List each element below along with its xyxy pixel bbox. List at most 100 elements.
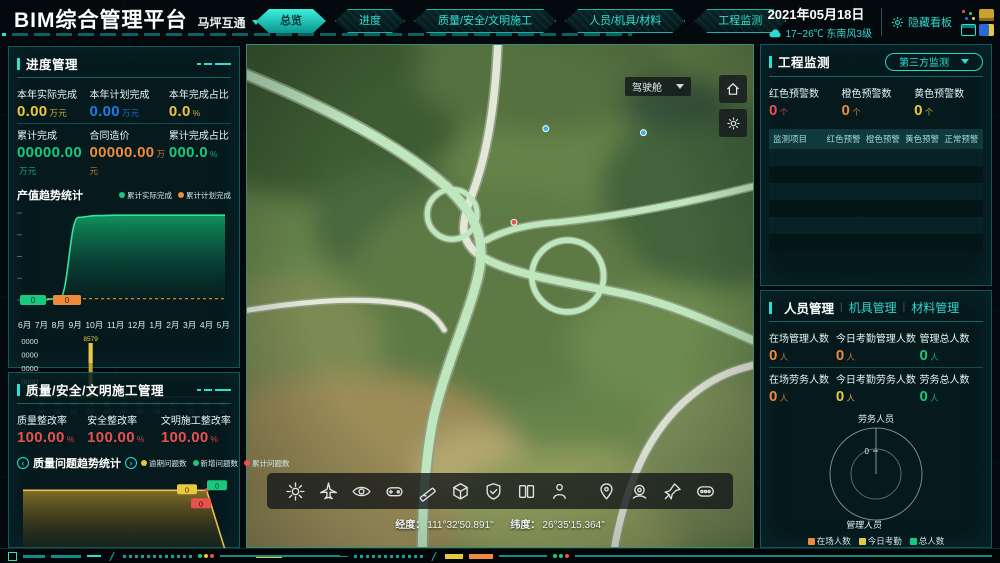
controller-icon[interactable] bbox=[380, 477, 408, 505]
title-dot bbox=[2, 33, 6, 36]
radar-legend: 在场人数今日考勤总人数 bbox=[769, 535, 983, 547]
header-dashes bbox=[197, 389, 231, 391]
cockpit-dropdown[interactable]: 驾驶舱 bbox=[625, 77, 691, 96]
map-toolbar bbox=[267, 473, 733, 509]
chevron-down-icon bbox=[676, 84, 684, 89]
gear-icon bbox=[891, 16, 904, 29]
map-settings-button[interactable] bbox=[719, 109, 747, 137]
quality-panel: 质量/安全/文明施工管理 质量整改率100.00%安全整改率100.00%文明施… bbox=[8, 372, 240, 548]
tab-progress[interactable]: 进度 bbox=[335, 9, 405, 33]
tab-overview[interactable]: 总览 bbox=[256, 9, 326, 33]
section-accent-bar bbox=[17, 58, 20, 70]
legend-item: 累计计划完成 bbox=[178, 190, 231, 201]
home-button[interactable] bbox=[719, 75, 747, 103]
model-icon[interactable] bbox=[446, 477, 474, 505]
lat-value: 26°35'15.364" bbox=[542, 520, 604, 531]
monitor-title: 工程监测 bbox=[778, 52, 830, 71]
more-icon[interactable] bbox=[691, 477, 719, 505]
tab-material-mgmt[interactable]: 材料管理 bbox=[911, 299, 959, 316]
svg-text:管理人员: 管理人员 bbox=[846, 519, 883, 530]
layers-tool-icon[interactable] bbox=[979, 9, 994, 21]
table-row bbox=[769, 217, 983, 234]
personnel-radar-chart: 劳务人员0管理人员 bbox=[769, 412, 983, 535]
quality-trend-header: ‹ 质量问题趋势统计 › 逾期问题数新增问题数累计问题数 bbox=[17, 455, 231, 471]
pages-icon[interactable] bbox=[512, 477, 540, 505]
lon-label: 经度： bbox=[395, 520, 425, 531]
shield-icon[interactable] bbox=[479, 477, 507, 505]
tab-quality[interactable]: 质量/安全/文明施工 bbox=[414, 9, 556, 33]
nav-tabs: 总览进度质量/安全/文明施工人员/机具/材料工程监测 bbox=[256, 9, 786, 33]
axis-month: 4月 bbox=[200, 319, 213, 331]
flag-tool-icon[interactable] bbox=[979, 24, 994, 36]
legend-item: 在场人数 bbox=[808, 535, 851, 547]
header-right: 2021年05月18日 17~26℃ 东南风3级 隐藏看板 bbox=[768, 4, 994, 40]
hide-board-button[interactable]: 隐藏看板 bbox=[891, 14, 952, 30]
axis-month: 7月 bbox=[35, 319, 48, 331]
prev-arrow-button[interactable]: ‹ bbox=[17, 457, 29, 469]
table-col-4: 正常预警 bbox=[942, 133, 981, 145]
header: BIM综合管理平台 马坪互通 总览进度质量/安全/文明施工人员/机具/材料工程监… bbox=[0, 0, 1000, 44]
title-dashes bbox=[12, 33, 632, 36]
monitor-source-dropdown[interactable]: 第三方监测 bbox=[885, 53, 983, 71]
svg-text:0000: 0000 bbox=[21, 337, 38, 346]
current-date: 2021年05月18日 bbox=[768, 4, 872, 23]
svg-text:0000: 0000 bbox=[21, 351, 38, 360]
axis-month: 6月 bbox=[18, 319, 31, 331]
lat-label: 纬度： bbox=[510, 520, 540, 531]
measure-icon[interactable] bbox=[413, 477, 441, 505]
personnel-stats: 在场管理人数0人今日考勤管理人数0人管理总人数0人在场劳务人数0人今日考勤劳务人… bbox=[769, 322, 983, 410]
monitor-table-body bbox=[769, 149, 983, 251]
marker-icon[interactable] bbox=[592, 477, 620, 505]
gear-icon bbox=[726, 116, 741, 131]
tab-equipment-mgmt[interactable]: 机具管理 bbox=[849, 299, 897, 316]
output-trend-header: 产值趋势统计 累计实际完成累计计划完成 bbox=[17, 187, 231, 203]
legend-item: 今日考勤 bbox=[859, 535, 902, 547]
svg-text:8579: 8579 bbox=[83, 336, 98, 343]
hide-board-label: 隐藏看板 bbox=[908, 14, 952, 30]
axis-month: 2月 bbox=[166, 319, 179, 331]
section-accent-bar bbox=[769, 56, 772, 68]
monitor-source-value: 第三方监测 bbox=[899, 54, 949, 69]
stat-total-ratio: 累计完成占比000.0% bbox=[169, 124, 231, 181]
stat-quality-rate: 质量整改率100.00% bbox=[17, 409, 87, 449]
table-col-2: 橙色预警 bbox=[863, 133, 902, 145]
quality-panel-header: 质量/安全/文明施工管理 bbox=[17, 380, 231, 404]
section-accent-bar bbox=[17, 384, 20, 396]
axis-month: 12月 bbox=[128, 319, 146, 331]
stat-yellow-alerts: 黄色预警数0个 bbox=[914, 82, 983, 122]
output-months: 6月7月8月9月10月11月12月1月2月3月4月5月 bbox=[17, 319, 231, 331]
stat-contract-price: 合同造价00000.00万元 bbox=[89, 124, 168, 181]
tab-personnel-mgmt[interactable]: 人员管理 bbox=[784, 298, 834, 317]
section-accent-bar bbox=[769, 302, 772, 314]
header-dashes bbox=[197, 63, 231, 65]
axis-month: 8月 bbox=[52, 319, 65, 331]
panel-tool-icon[interactable] bbox=[961, 24, 976, 36]
table-row bbox=[769, 200, 983, 217]
personnel-panel: 人员管理|机具管理|材料管理 在场管理人数0人今日考勤管理人数0人管理总人数0人… bbox=[760, 290, 992, 548]
stat-total-workers: 劳务总人数0人 bbox=[919, 368, 983, 408]
chevron-down-icon bbox=[961, 59, 969, 64]
legend-item: 总人数 bbox=[910, 535, 945, 547]
settings-icon[interactable] bbox=[281, 477, 309, 505]
stat-total-done: 累计完成00000.00万元 bbox=[17, 124, 89, 181]
project-selector[interactable]: 马坪互通 bbox=[198, 14, 260, 31]
axis-month: 11月 bbox=[107, 319, 124, 331]
stat-safety-rate: 安全整改率100.00% bbox=[87, 409, 161, 449]
axis-month: 1月 bbox=[149, 319, 162, 331]
quality-legend: 逾期问题数新增问题数累计问题数 bbox=[141, 458, 290, 469]
eye-icon[interactable] bbox=[347, 477, 375, 505]
table-row bbox=[769, 166, 983, 183]
map-viewport[interactable]: 驾驶舱 经度：111°32'50.891" 纬度：26°35'15.364" bbox=[246, 44, 754, 548]
scatter-tool-icon[interactable] bbox=[961, 9, 976, 21]
lon-value: 111°32'50.891" bbox=[427, 520, 493, 531]
stat-orange-alerts: 橙色预警数0个 bbox=[842, 82, 915, 122]
header-divider bbox=[881, 8, 882, 36]
pin-icon[interactable] bbox=[658, 477, 686, 505]
table-col-1: 红色预警 bbox=[824, 133, 863, 145]
next-arrow-button[interactable]: › bbox=[125, 457, 137, 469]
camera-icon[interactable] bbox=[625, 477, 653, 505]
stat-year-ratio: 本年完成占比0.0% bbox=[169, 83, 231, 124]
tab-personnel[interactable]: 人员/机具/材料 bbox=[565, 9, 685, 33]
flight-icon[interactable] bbox=[314, 477, 342, 505]
person-icon[interactable] bbox=[545, 477, 573, 505]
